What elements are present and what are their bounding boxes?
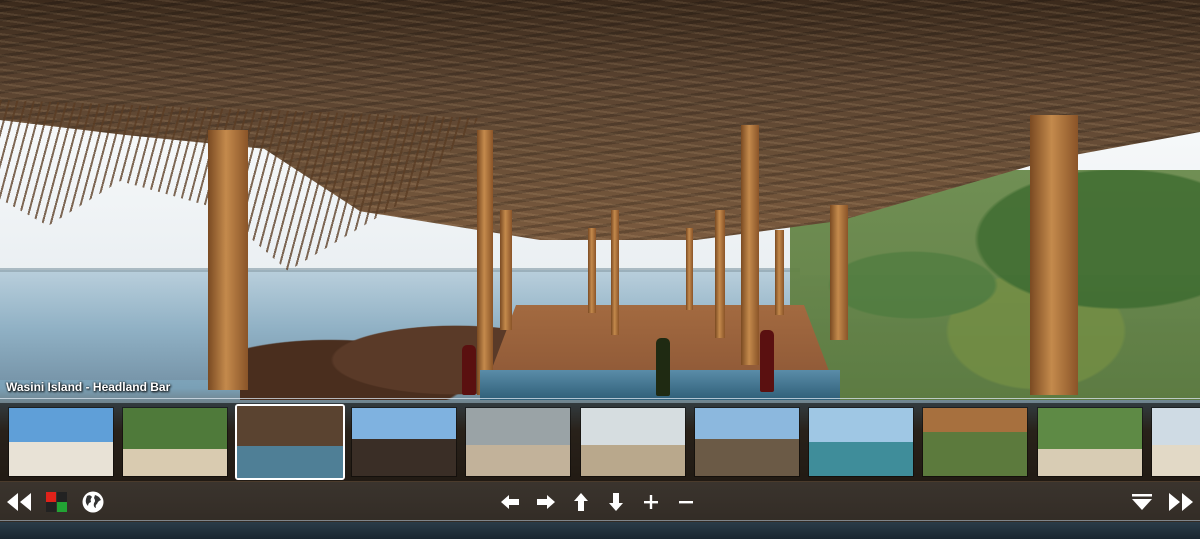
thumbnail-ground: [923, 431, 1028, 476]
hide-thumbnails-icon: [1132, 494, 1152, 510]
thumbnail[interactable]: [808, 407, 915, 477]
arrow-right-icon: [537, 495, 555, 509]
pan-left-button[interactable]: [498, 488, 522, 516]
thumbnail-ground: [466, 445, 571, 476]
pano-bottle: [656, 338, 670, 396]
pano-pillar: [611, 210, 619, 335]
fast-forward-button[interactable]: [1166, 488, 1196, 516]
globe-button[interactable]: [80, 488, 106, 516]
thumbnail[interactable]: [579, 407, 686, 477]
pano-horizon: [0, 268, 800, 272]
thumbnail[interactable]: [350, 407, 457, 477]
arrow-left-icon: [501, 495, 519, 509]
pano-bottle: [760, 330, 774, 392]
thumbnail-ground: [123, 448, 228, 476]
rewind-button[interactable]: [4, 488, 34, 516]
thumbnail-sky: [466, 408, 571, 446]
thumbnail[interactable]: [693, 407, 800, 477]
thumbnail-ground: [580, 445, 685, 476]
color-scheme-button[interactable]: [44, 488, 70, 516]
thumbnail-sky: [580, 408, 685, 446]
thumbnail-sky: [236, 406, 343, 446]
pano-pillar: [208, 130, 248, 390]
thumbnail[interactable]: [122, 407, 229, 477]
thumbnail[interactable]: [8, 407, 114, 477]
thumbnail-ground: [1037, 448, 1142, 476]
thumbnail-ground: [236, 445, 343, 478]
hide-thumbnails-button[interactable]: [1130, 488, 1154, 516]
strip-top-rule: [0, 398, 1200, 399]
pano-pillar: [686, 228, 693, 310]
pano-pillar: [477, 130, 493, 395]
thumbnail-sky: [123, 408, 228, 449]
pano-pillar: [741, 125, 759, 365]
thumbnail-sky: [1037, 408, 1142, 449]
thumbnail-ground: [694, 438, 799, 476]
thumbnail-sky: [694, 408, 799, 439]
thumbnail-ground: [809, 442, 914, 476]
color-scheme-icon: [46, 492, 67, 512]
arrow-down-icon: [609, 493, 623, 511]
rewind-icon: [7, 493, 31, 511]
pano-pillar: [588, 228, 596, 313]
zoom-out-icon: [679, 501, 693, 504]
fast-forward-icon: [1169, 493, 1193, 511]
thumbnail[interactable]: [1151, 407, 1200, 477]
thumbnail-selected[interactable]: [234, 404, 345, 480]
pan-right-button[interactable]: [534, 488, 558, 516]
panorama-caption: Wasini Island - Headland Bar: [6, 380, 171, 394]
thumbnail-ground: [9, 442, 113, 476]
thumbnail-ground: [351, 438, 456, 476]
thumbnail-sky: [9, 408, 113, 442]
thumbnail-ground: [1152, 445, 1200, 476]
zoom-out-button[interactable]: [675, 488, 697, 516]
pan-down-button[interactable]: [605, 488, 627, 516]
thumbnail-sky: [351, 408, 456, 439]
pano-pillar: [1030, 115, 1078, 395]
thumbnail-sky: [1152, 408, 1200, 446]
arrow-up-icon: [574, 493, 588, 511]
pano-pillar: [775, 230, 784, 315]
pano-pillar: [715, 210, 725, 338]
pano-bottle: [462, 345, 476, 395]
control-bar: [0, 482, 1200, 522]
thumbnail[interactable]: [922, 407, 1029, 477]
bottom-band: [0, 522, 1200, 539]
thumbnail[interactable]: [465, 407, 572, 477]
globe-icon: [82, 491, 104, 513]
thumbnail-strip[interactable]: [0, 403, 1200, 481]
pan-up-button[interactable]: [570, 488, 592, 516]
pano-pillar: [500, 210, 512, 330]
thumbnail-sky: [809, 408, 914, 442]
zoom-in-icon: [644, 495, 658, 509]
zoom-in-button[interactable]: [640, 488, 662, 516]
pano-pillar: [830, 205, 848, 340]
thumbnail[interactable]: [1036, 407, 1143, 477]
thumbnail-sky: [923, 408, 1028, 432]
